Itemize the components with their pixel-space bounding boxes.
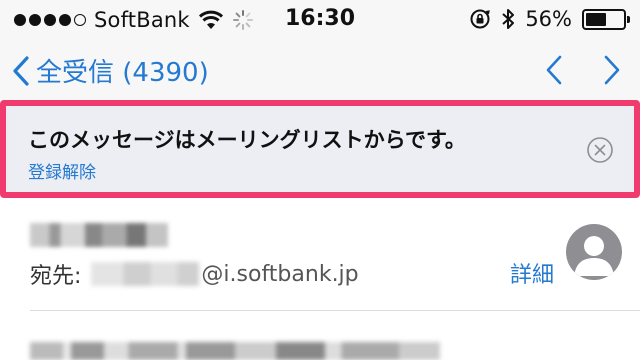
recipient-user-redacted [91, 262, 200, 286]
person-icon [574, 236, 614, 276]
back-button[interactable]: 全受信 (4390) [12, 52, 209, 89]
sender-name-redacted [30, 223, 168, 247]
bluetooth-icon [502, 9, 515, 29]
unsubscribe-link[interactable]: 登録解除 [28, 158, 96, 183]
status-bar: SoftBank 16:30 56% [0, 0, 640, 40]
to-label: 宛先: [30, 264, 82, 289]
next-message-icon[interactable] [602, 54, 622, 86]
mailing-list-message: このメッセージはメーリングリストからです。 [28, 128, 466, 152]
message-header: 宛先: @i.softbank.jp 詳細 [0, 200, 640, 360]
recipient-domain: @i.softbank.jp [201, 261, 359, 287]
status-right: 56% [469, 7, 630, 31]
avatar [566, 224, 622, 280]
recipient-row: 宛先: @i.softbank.jp [30, 258, 359, 290]
nav-bar: 全受信 (4390) [0, 40, 640, 102]
header-divider [30, 310, 640, 311]
battery-percent: 56% [525, 7, 572, 31]
mailing-list-banner: このメッセージはメーリングリストからです。 登録解除 [0, 100, 640, 198]
battery-level [586, 12, 607, 26]
details-button[interactable]: 詳細 [510, 257, 554, 289]
rotation-lock-icon [470, 9, 491, 29]
back-label: 全受信 (4390) [36, 58, 209, 88]
subject-redacted [30, 342, 440, 360]
close-icon[interactable] [586, 136, 614, 164]
battery-icon [582, 8, 630, 30]
chevron-left-icon [13, 55, 29, 86]
previous-message-icon[interactable] [544, 54, 564, 86]
message-nav [544, 54, 622, 86]
